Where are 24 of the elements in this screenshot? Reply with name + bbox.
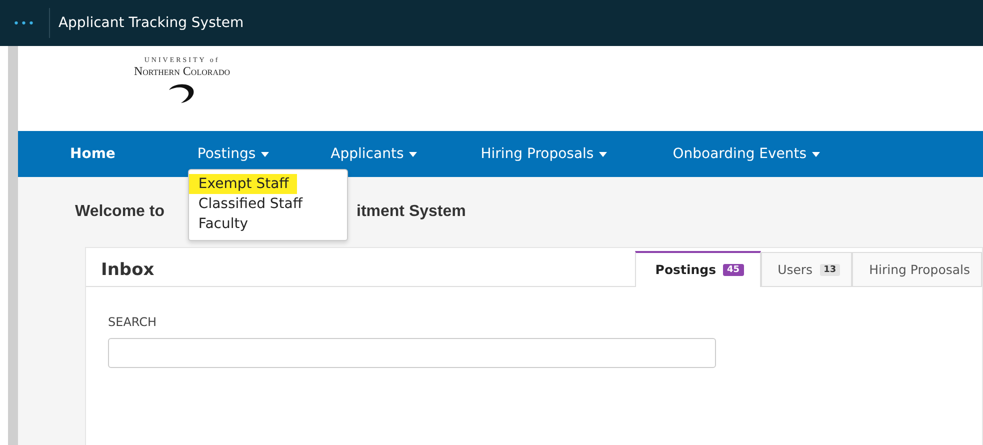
search-label: SEARCH [108,315,158,329]
tab[interactable]: Postings 45 [635,251,761,287]
search-field[interactable] [108,338,716,368]
nav-item[interactable]: Home [70,146,116,162]
welcome-heading: Welcome to [75,203,164,221]
menu-item[interactable]: Exempt Staff [189,174,297,194]
menu-item[interactable]: Faculty [189,214,256,234]
count-badge: 45 [723,264,744,276]
logo-text: Northern Colorado [134,64,230,79]
menu-item[interactable]: Classified Staff [189,194,311,214]
caret-icon [260,152,269,156]
caret-icon [598,152,607,156]
nav-item[interactable]: Onboarding Events [672,146,820,162]
app-title: Applicant Tracking System [58,15,244,31]
caret-icon [812,152,820,156]
inbox-title: Inbox [101,260,154,280]
nav-item[interactable]: Applicants [330,146,417,162]
tab[interactable]: Hiring Proposals [852,252,982,286]
count-badge: 13 [820,264,840,276]
caret-icon [408,152,417,156]
menu-button[interactable]: ••• [0,16,50,30]
tab[interactable]: Users 13 [760,252,852,286]
nav-item[interactable]: Hiring Proposals [480,146,607,162]
welcome-heading: itment System [356,203,466,221]
